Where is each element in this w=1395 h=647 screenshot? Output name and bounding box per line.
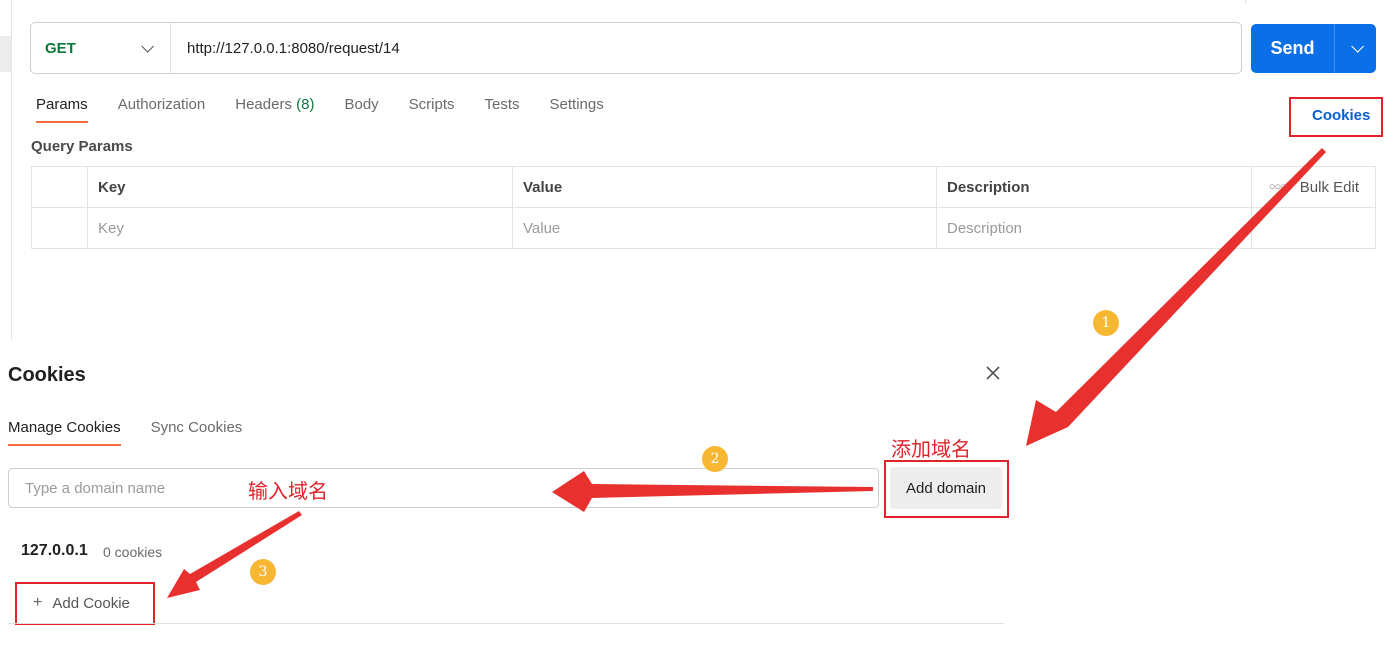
arrow-1 [1026, 148, 1326, 446]
arrow-3 [167, 511, 302, 598]
annotation-arrows [167, 148, 1326, 598]
arrow-2 [552, 471, 873, 512]
